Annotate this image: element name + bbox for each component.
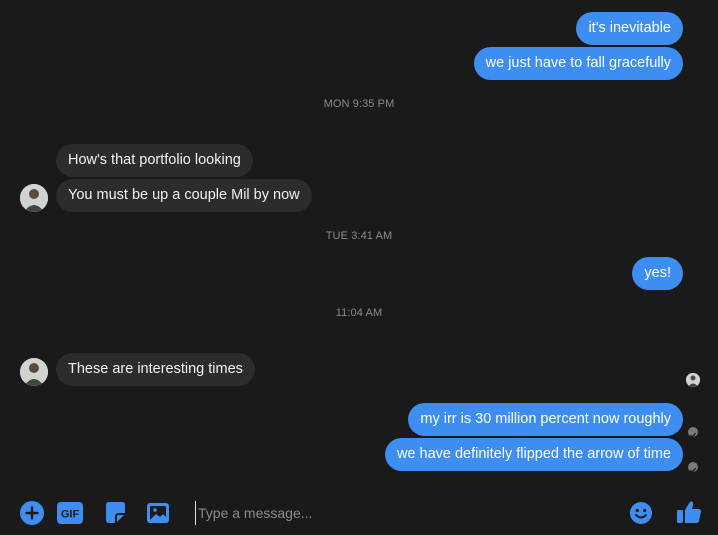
composer-bar: GIF bbox=[0, 490, 718, 535]
seen-check-icon bbox=[688, 427, 698, 439]
message-outgoing[interactable]: we just have to fall gracefully bbox=[473, 47, 683, 80]
seen-check-icon bbox=[688, 462, 698, 474]
timestamp: 11:04 AM bbox=[335, 307, 383, 319]
seen-avatar bbox=[686, 373, 700, 387]
timestamp: TUE 3:41 AM bbox=[325, 230, 393, 242]
contact-avatar[interactable] bbox=[20, 184, 48, 212]
contact-avatar[interactable] bbox=[20, 358, 48, 386]
message-incoming[interactable]: These are interesting times bbox=[56, 353, 255, 386]
sticker-icon[interactable] bbox=[103, 501, 127, 525]
gif-icon[interactable]: GIF bbox=[57, 501, 83, 525]
message-incoming[interactable]: How's that portfolio looking bbox=[56, 144, 253, 177]
message-incoming[interactable]: You must be up a couple Mil by now bbox=[56, 179, 312, 212]
thumbs-up-icon[interactable] bbox=[676, 499, 702, 525]
message-input[interactable] bbox=[195, 501, 595, 525]
message-outgoing[interactable]: it's inevitable bbox=[576, 12, 683, 45]
image-icon[interactable] bbox=[146, 501, 170, 525]
plus-circle-icon[interactable] bbox=[20, 501, 44, 525]
timestamp: MON 9:35 PM bbox=[323, 98, 395, 110]
message-outgoing[interactable]: we have definitely flipped the arrow of … bbox=[384, 438, 683, 471]
svg-text:GIF: GIF bbox=[61, 509, 80, 521]
emoji-icon[interactable] bbox=[629, 501, 653, 525]
message-outgoing[interactable]: my irr is 30 million percent now roughly bbox=[408, 403, 683, 436]
message-outgoing[interactable]: yes! bbox=[632, 257, 683, 290]
